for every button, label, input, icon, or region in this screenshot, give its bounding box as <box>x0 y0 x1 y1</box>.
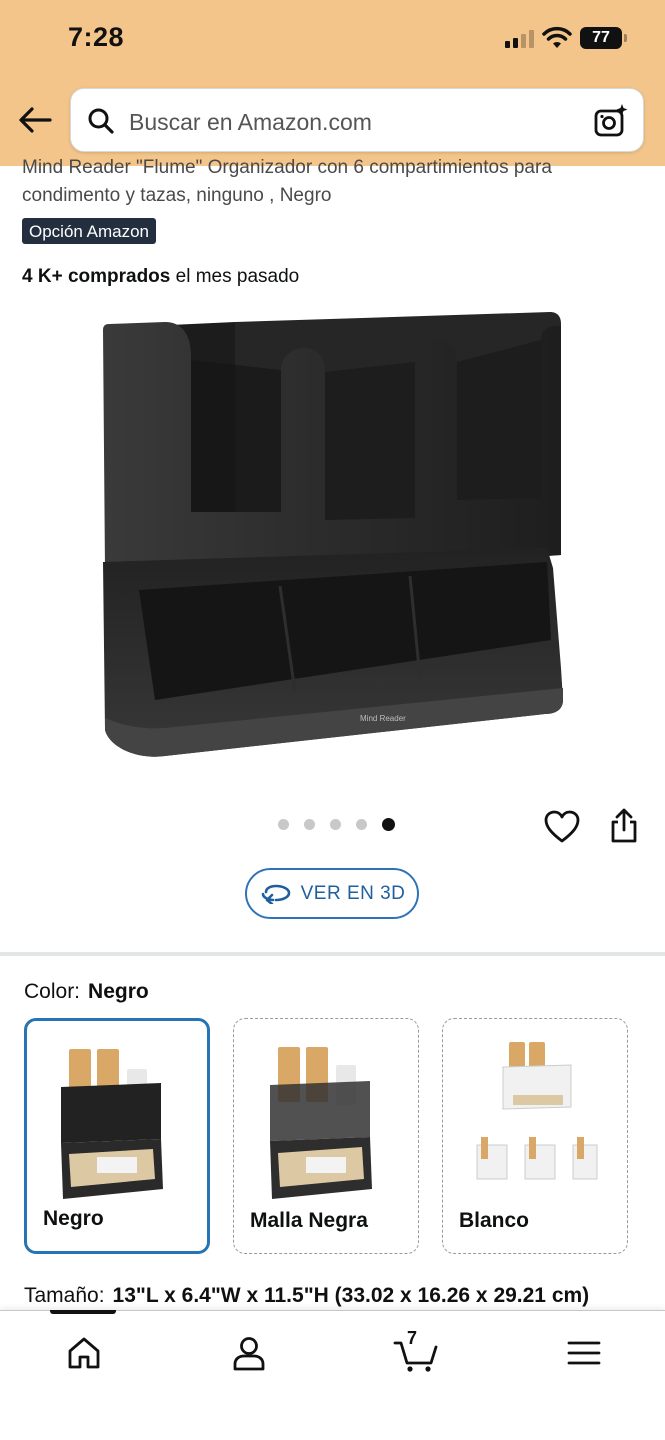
carousel-dot[interactable] <box>382 818 395 831</box>
product-title-line1: Mind Reader "Flume" Organizador con 6 co… <box>22 157 552 178</box>
search-icon <box>88 108 114 134</box>
color-option-blanco[interactable]: Blanco <box>442 1018 628 1254</box>
share-icon[interactable] <box>608 808 640 844</box>
purchase-count-bold: 4 K+ comprados <box>22 266 171 287</box>
color-label-text: Color: <box>24 980 81 1003</box>
purchase-count-rest: el mes pasado <box>170 266 300 287</box>
heart-icon[interactable] <box>544 810 580 844</box>
color-option-label: Negro <box>43 1207 104 1230</box>
size-value: 13"L x 6.4"W x 11.5"H (33.02 x 16.26 x 2… <box>112 1284 590 1307</box>
color-label: Color: Negro <box>24 980 149 1004</box>
active-nav-indicator <box>50 1310 116 1314</box>
size-label: Tamaño: <box>24 1284 105 1307</box>
carousel-dot[interactable] <box>278 819 289 830</box>
purchase-count: 4 K+ comprados el mes pasado <box>22 266 299 288</box>
wifi-icon <box>542 26 572 48</box>
image-carousel-dots[interactable] <box>278 818 395 831</box>
color-option-malla-negra[interactable]: Malla Negra <box>233 1018 419 1254</box>
cart-button[interactable]: 7 <box>393 1328 439 1373</box>
product-title-line2: condimento y tazas, ninguno , Negro <box>22 185 332 206</box>
selected-color: Negro <box>88 980 149 1003</box>
battery-icon: 77 <box>580 27 627 49</box>
view-in-3d-label: VER EN 3D <box>300 882 406 904</box>
search-placeholder: Buscar en Amazon.com <box>129 109 372 135</box>
menu-icon[interactable] <box>564 1333 604 1373</box>
status-time: 7:28 <box>68 22 125 52</box>
section-divider <box>0 952 665 956</box>
product-brand-text: Mind Reader <box>360 714 406 723</box>
view-in-3d-button[interactable]: VER EN 3D <box>245 868 419 919</box>
status-bar: 7:28 77 <box>0 0 665 84</box>
color-option-label: Malla Negra <box>250 1209 368 1232</box>
color-thumbnail-malla-negra <box>270 1047 372 1199</box>
size-row[interactable]: Tamaño: 13"L x 6.4"W x 11.5"H (33.02 x 16… <box>24 1284 589 1308</box>
product-image[interactable]: Mind Reader <box>95 300 575 770</box>
camera-search-icon[interactable] <box>593 103 629 139</box>
cart-count: 7 <box>407 1328 418 1348</box>
amazon-choice-badge: Opción Amazon <box>22 218 157 244</box>
account-icon[interactable] <box>229 1333 269 1373</box>
carousel-dot[interactable] <box>356 819 367 830</box>
color-option-negro[interactable]: Negro <box>24 1018 210 1254</box>
color-thumbnail-blanco <box>476 1042 598 1180</box>
bottom-nav: 7 <box>0 1310 665 1440</box>
home-icon[interactable] <box>64 1333 104 1373</box>
carousel-dot[interactable] <box>330 819 341 830</box>
search-input[interactable]: Buscar en Amazon.com <box>70 88 644 152</box>
product-title[interactable]: Mind Reader "Flume" Organizador con 6 co… <box>22 156 642 214</box>
rotate-3d-icon <box>261 884 290 904</box>
carousel-dot[interactable] <box>304 819 315 830</box>
color-thumbnail-negro <box>61 1049 163 1199</box>
cellular-signal-icon <box>505 30 534 48</box>
back-arrow-icon[interactable] <box>16 104 54 136</box>
color-option-label: Blanco <box>459 1209 530 1232</box>
